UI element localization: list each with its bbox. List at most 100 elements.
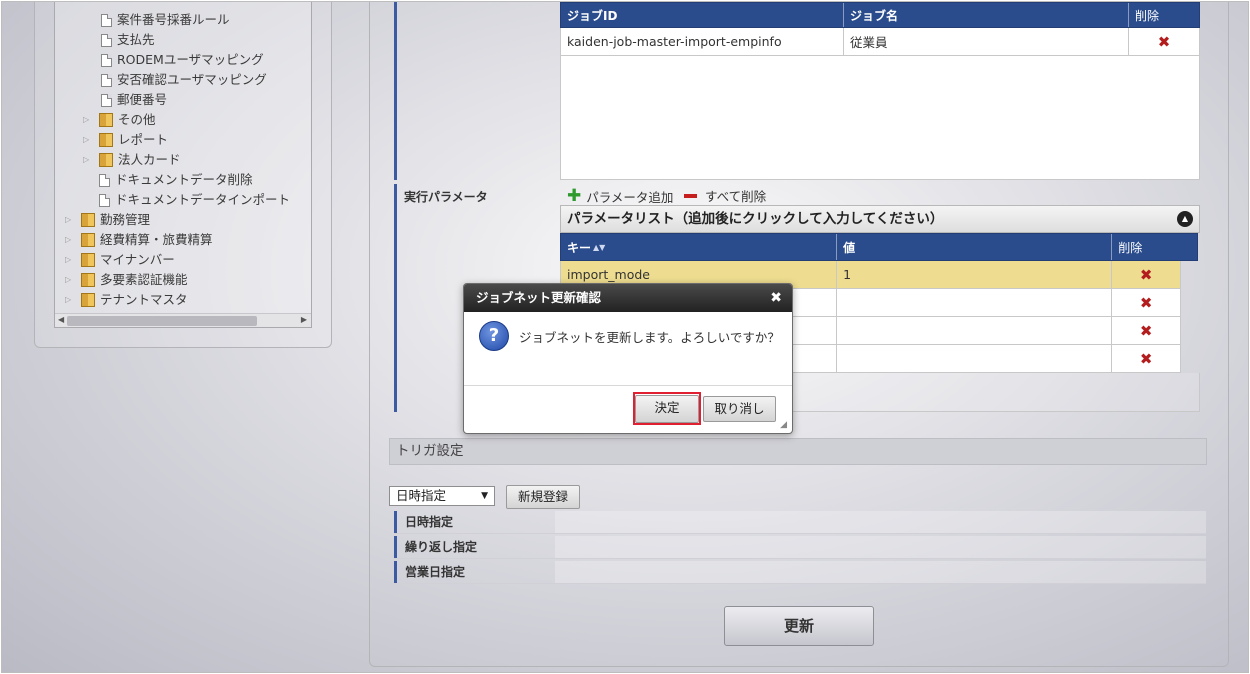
document-icon xyxy=(101,53,112,67)
delete-icon[interactable]: ✖ xyxy=(1129,28,1199,55)
folder-icon xyxy=(81,233,95,247)
chevron-down-icon: ▼ xyxy=(481,491,488,501)
delete-icon[interactable]: ✖ xyxy=(1112,317,1180,344)
tree-item[interactable]: ▷ その他 xyxy=(83,111,156,129)
delete-icon[interactable]: ✖ xyxy=(1112,345,1180,372)
tree-item-label: 経費精算・旅費精算 xyxy=(100,232,213,247)
folder-icon xyxy=(99,113,113,127)
tree-item-label: ドキュメントデータインポート xyxy=(115,192,291,207)
document-icon xyxy=(99,193,110,207)
expand-icon[interactable]: ▷ xyxy=(65,251,75,269)
tree-item[interactable]: ▷ 多要素認証機能 xyxy=(65,271,188,289)
col-job-name[interactable]: ジョブ名 xyxy=(844,3,1129,27)
tree-item-label: ドキュメントデータ削除 xyxy=(115,172,253,187)
expand-icon[interactable]: ▷ xyxy=(65,271,75,289)
tree-item[interactable]: ▷ レポート xyxy=(83,131,168,149)
tree-horizontal-scrollbar[interactable]: ◀ ▶ xyxy=(55,313,311,327)
params-section-label: 実行パラメータ xyxy=(404,190,488,204)
trigger-row: 営業日指定 xyxy=(394,561,1206,584)
resize-handle-icon[interactable]: ◢ xyxy=(780,420,787,430)
tree-item-label: 安否確認ユーザマッピング xyxy=(117,72,267,87)
expand-icon[interactable]: ▷ xyxy=(83,131,93,149)
tree-item[interactable]: 支払先 xyxy=(101,31,155,49)
question-icon: ? xyxy=(479,321,509,351)
param-value-cell[interactable] xyxy=(837,345,1113,372)
scroll-right-icon[interactable]: ▶ xyxy=(301,315,307,324)
scrollbar-thumb[interactable] xyxy=(67,316,257,326)
tree-item[interactable]: ▷ テナントマスタ xyxy=(65,291,188,309)
expand-icon[interactable]: ▷ xyxy=(65,291,75,309)
param-list-title: パラメータリスト（追加後にクリックして入力してください） ▲ xyxy=(560,205,1200,233)
expand-icon[interactable]: ▷ xyxy=(65,231,75,249)
folder-icon xyxy=(81,273,95,287)
tree-item[interactable]: ドキュメントデータ削除 xyxy=(99,171,253,189)
dialog-title: ジョブネット更新確認 xyxy=(476,290,602,305)
tree-item-label: 支払先 xyxy=(117,32,155,47)
params-section-bar xyxy=(394,184,397,412)
trigger-type-select[interactable]: 日時指定 ▼ xyxy=(389,486,495,506)
param-value-cell[interactable] xyxy=(837,317,1113,344)
tree-item[interactable]: 安否確認ユーザマッピング xyxy=(101,71,267,89)
close-icon[interactable]: ✖ xyxy=(770,284,782,312)
ok-button[interactable]: 決定 xyxy=(635,395,699,423)
nav-tree: 案件番号採番ルール 支払先 RODEMユーザマッピング安否確認ユーザマッピング郵便番… xyxy=(54,2,312,328)
trigger-row-value xyxy=(555,511,1206,533)
col-job-delete: 削除 xyxy=(1135,8,1160,23)
job-grid-empty xyxy=(560,56,1200,180)
expand-icon[interactable]: ▷ xyxy=(83,111,93,129)
dialog-title-bar[interactable]: ジョブネット更新確認 ✖ xyxy=(464,284,792,312)
delete-all-button[interactable]: すべて削除 xyxy=(684,186,766,205)
scroll-left-icon[interactable]: ◀ xyxy=(58,315,64,324)
app-frame: 案件番号採番ルール 支払先 RODEMユーザマッピング安否確認ユーザマッピング郵便番… xyxy=(1,1,1249,673)
trigger-section-header: トリガ設定 xyxy=(389,438,1207,465)
col-param-key-label: キー xyxy=(567,240,592,255)
sort-icon[interactable]: ▲▼ xyxy=(593,243,605,252)
trigger-row-label: 繰り返し指定 xyxy=(394,536,555,558)
delete-icon[interactable]: ✖ xyxy=(1112,289,1180,316)
trigger-row-label: 日時指定 xyxy=(394,511,555,533)
tree-item-label: 多要素認証機能 xyxy=(100,272,188,287)
folder-icon xyxy=(99,153,113,167)
delete-all-label: すべて削除 xyxy=(705,189,767,204)
add-parameter-label: パラメータ追加 xyxy=(586,189,674,205)
tree-item[interactable]: ▷ マイナンバー xyxy=(65,251,175,269)
document-icon xyxy=(101,13,112,27)
col-job-id[interactable]: ジョブID xyxy=(561,3,844,27)
param-value-cell[interactable] xyxy=(837,289,1113,316)
tree-item[interactable]: ドキュメントデータインポート xyxy=(99,191,290,209)
trigger-row: 日時指定 xyxy=(394,511,1206,534)
expand-icon[interactable]: ▷ xyxy=(83,151,93,169)
tree-item-label: 案件番号採番ルール xyxy=(117,12,230,27)
job-name-cell: 従業員 xyxy=(844,28,1129,55)
delete-icon[interactable]: ✖ xyxy=(1112,261,1180,288)
param-list-title-text: パラメータリスト（追加後にクリックして入力してください） xyxy=(567,211,944,227)
trigger-row-label: 営業日指定 xyxy=(394,561,555,583)
document-icon xyxy=(101,73,112,87)
confirm-dialog: ジョブネット更新確認 ✖ ? ジョブネットを更新します。よろしいですか？ 決定 … xyxy=(463,283,793,434)
tree-item[interactable]: 郵便番号 xyxy=(101,91,167,109)
job-grid-header: ジョブID ジョブ名 削除 xyxy=(560,2,1200,28)
new-trigger-button[interactable]: 新規登録 xyxy=(506,485,580,509)
collapse-icon[interactable]: ▲ xyxy=(1177,211,1193,227)
dialog-message: ジョブネットを更新します。よろしいですか？ xyxy=(519,330,780,345)
param-grid-header: キー ▲▼ 値 削除 xyxy=(560,233,1198,261)
tree-item[interactable]: RODEMユーザマッピング xyxy=(101,51,264,69)
tree-item-label: 勤務管理 xyxy=(100,212,151,227)
dialog-body: ? ジョブネットを更新します。よろしいですか？ xyxy=(464,312,792,386)
add-parameter-button[interactable]: ✚ パラメータ追加 xyxy=(567,186,673,206)
param-value-cell[interactable]: 1 xyxy=(837,261,1113,288)
col-param-value[interactable]: 値 xyxy=(837,234,1113,260)
folder-icon xyxy=(81,213,95,227)
tree-item-label: レポート xyxy=(118,132,169,147)
expand-icon[interactable]: ▷ xyxy=(65,211,75,229)
cancel-button[interactable]: 取り消し xyxy=(703,396,776,422)
tree-item[interactable]: ▷ 経費精算・旅費精算 xyxy=(65,231,213,249)
tree-item[interactable]: ▷ 勤務管理 xyxy=(65,211,150,229)
update-button[interactable]: 更新 xyxy=(724,606,874,646)
tree-item[interactable]: ▷ 法人カード xyxy=(83,151,181,169)
table-row[interactable]: kaiden-job-master-import-empinfo 従業員 ✖ xyxy=(560,28,1200,56)
tree-item[interactable]: 案件番号採番ルール xyxy=(101,11,230,29)
col-param-key[interactable]: キー ▲▼ xyxy=(561,234,838,260)
tree-item-label: その他 xyxy=(118,112,156,127)
trigger-row: 繰り返し指定 xyxy=(394,536,1206,559)
